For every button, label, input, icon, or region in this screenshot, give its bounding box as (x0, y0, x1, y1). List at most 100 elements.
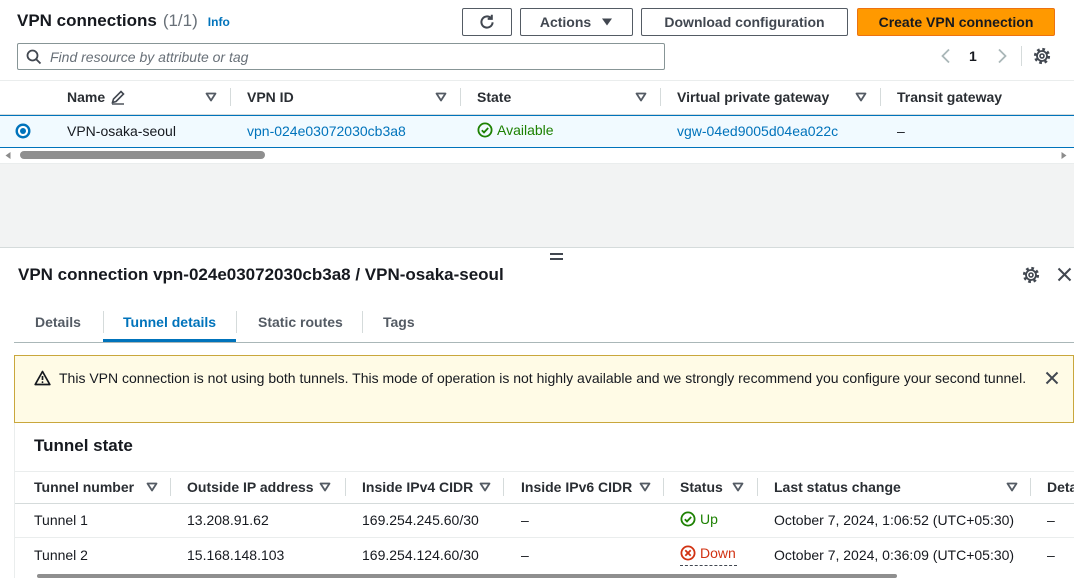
tunnel-number: Tunnel 1 (34, 512, 88, 528)
status-popover-underline (680, 565, 737, 566)
column-header-transit-gateway[interactable]: Transit gateway (897, 89, 1002, 105)
sort-icon[interactable] (1006, 482, 1018, 492)
caret-down-icon (602, 18, 613, 26)
refresh-icon (480, 14, 494, 29)
page-title: VPN connections (17, 11, 157, 30)
column-header-details[interactable]: Deta (1047, 479, 1074, 495)
column-divider[interactable] (345, 478, 346, 496)
settings-gear-icon[interactable] (1033, 47, 1051, 65)
sort-icon[interactable] (435, 92, 447, 102)
column-divider[interactable] (230, 88, 231, 106)
scroll-left-icon[interactable] (4, 151, 12, 160)
column-divider[interactable] (660, 88, 661, 106)
tunnel-details: – (1047, 547, 1055, 563)
column-divider[interactable] (170, 478, 171, 496)
tab-tunnel-details[interactable]: Tunnel details (123, 314, 216, 330)
table-top-border (0, 80, 1074, 81)
check-circle-icon (680, 511, 696, 527)
row-vgw-link[interactable]: vgw-04ed9005d04ea022c (677, 123, 838, 139)
column-header-tunnel-number[interactable]: Tunnel number (34, 479, 134, 495)
sort-icon[interactable] (205, 92, 217, 102)
resize-handle-line[interactable] (550, 258, 563, 260)
refresh-button[interactable] (462, 8, 512, 36)
column-header-inside-ipv6[interactable]: Inside IPv6 CIDR (521, 479, 632, 495)
row-vpn-id-link[interactable]: vpn-024e03072030cb3a8 (247, 123, 406, 139)
selection-count: (1/1) (162, 11, 198, 30)
tunnel-table-header-border (15, 503, 1074, 504)
column-header-state[interactable]: State (477, 89, 511, 105)
sort-icon[interactable] (146, 482, 158, 492)
download-configuration-label: Download configuration (664, 14, 825, 30)
column-header-last-status-change[interactable]: Last status change (774, 479, 901, 495)
tunnel-status[interactable]: Down (700, 545, 736, 561)
tab-details[interactable]: Details (35, 314, 81, 330)
tab-tags[interactable]: Tags (383, 314, 415, 330)
inside-ipv4: 169.254.245.60/30 (362, 512, 479, 528)
download-configuration-button[interactable]: Download configuration (641, 8, 848, 36)
divider (1021, 46, 1022, 66)
panel-settings-gear-icon[interactable] (1022, 266, 1040, 284)
column-divider[interactable] (757, 478, 758, 496)
row-radio-selected[interactable] (15, 123, 31, 139)
tabs-border (14, 342, 1074, 343)
sort-icon[interactable] (639, 482, 651, 492)
last-status-change: October 7, 2024, 1:06:52 (UTC+05:30) (774, 512, 1015, 528)
row-state: Available (497, 122, 554, 138)
sort-icon[interactable] (635, 92, 647, 102)
tab-divider (362, 311, 363, 333)
warning-alert (14, 355, 1074, 423)
outside-ip: 13.208.91.62 (187, 512, 269, 528)
column-header-outside-ip[interactable]: Outside IP address (187, 479, 314, 495)
sort-icon[interactable] (319, 482, 331, 492)
inside-ipv6: – (521, 512, 529, 528)
dismiss-alert-icon[interactable] (1045, 371, 1059, 385)
check-circle-icon (477, 122, 493, 138)
tunnel-details: – (1047, 512, 1055, 528)
create-vpn-connection-label: Create VPN connection (878, 14, 1034, 30)
column-divider[interactable] (503, 478, 504, 496)
search-box (17, 43, 665, 70)
scroll-right-icon[interactable] (1060, 151, 1068, 160)
inside-ipv4: 169.254.124.60/30 (362, 547, 479, 563)
search-input[interactable] (50, 44, 650, 69)
column-divider[interactable] (1030, 478, 1031, 496)
tab-divider (236, 311, 237, 333)
close-panel-icon[interactable] (1057, 267, 1072, 282)
create-vpn-connection-button[interactable]: Create VPN connection (857, 8, 1055, 36)
outside-ip: 15.168.148.103 (187, 547, 285, 563)
horizontal-scrollbar-thumb[interactable] (37, 574, 897, 578)
sort-icon[interactable] (732, 482, 744, 492)
search-icon (26, 49, 42, 65)
sort-icon[interactable] (479, 482, 491, 492)
info-link[interactable]: Info (208, 15, 230, 29)
tab-static-routes[interactable]: Static routes (258, 314, 343, 330)
tunnel-status: Up (700, 511, 718, 527)
pencil-icon (111, 90, 125, 105)
column-divider[interactable] (460, 88, 461, 106)
next-page-icon[interactable] (995, 48, 1009, 64)
tunnel-state-heading: Tunnel state (34, 436, 133, 455)
column-divider[interactable] (880, 88, 881, 106)
tunnel-table-top-border (15, 471, 1074, 472)
column-header-name[interactable]: Name (67, 89, 105, 105)
sort-icon[interactable] (855, 92, 867, 102)
column-header-vpn-id[interactable]: VPN ID (247, 89, 294, 105)
tunnel-number: Tunnel 2 (34, 547, 88, 563)
detail-panel-title: VPN connection vpn-024e03072030cb3a8 / V… (18, 265, 504, 284)
row-divider (15, 537, 1074, 538)
actions-button[interactable]: Actions (520, 8, 633, 36)
previous-page-icon[interactable] (939, 48, 953, 64)
split-panel-gap (0, 163, 1074, 248)
alert-message: This VPN connection is not using both tu… (59, 370, 1027, 386)
current-page[interactable]: 1 (969, 48, 977, 64)
column-header-virtual-private-gateway[interactable]: Virtual private gateway (677, 89, 829, 105)
column-divider[interactable] (663, 478, 664, 496)
row-name: VPN-osaka-seoul (67, 123, 176, 139)
resize-handle-line[interactable] (550, 253, 563, 255)
last-status-change: October 7, 2024, 0:36:09 (UTC+05:30) (774, 547, 1015, 563)
column-header-status[interactable]: Status (680, 479, 723, 495)
actions-label: Actions (539, 14, 592, 30)
page-header: VPN connections (1/1) Info (17, 10, 230, 32)
column-header-inside-ipv4[interactable]: Inside IPv4 CIDR (362, 479, 473, 495)
horizontal-scrollbar-thumb[interactable] (20, 151, 265, 159)
